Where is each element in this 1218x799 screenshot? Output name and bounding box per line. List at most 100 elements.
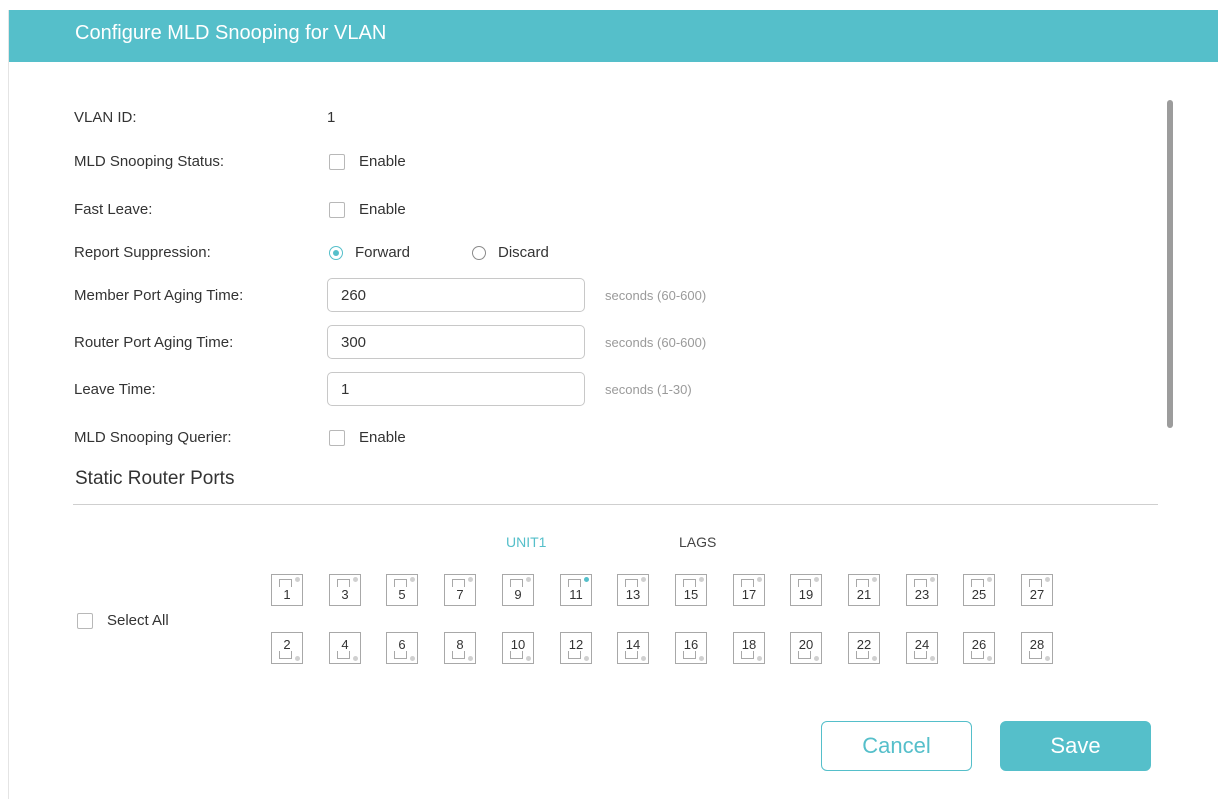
port-number: 28 <box>1029 637 1045 652</box>
checkbox-box[interactable] <box>329 201 345 218</box>
port-connector-icon <box>510 579 523 587</box>
tab-lags[interactable]: LAGS <box>679 534 716 550</box>
forward-radio-label: Forward <box>355 244 411 261</box>
port-number: 21 <box>856 587 872 602</box>
port-connector-icon <box>279 651 292 659</box>
port-status-led-icon <box>584 656 589 661</box>
port-number: 22 <box>856 637 872 652</box>
port-20[interactable]: 20 <box>790 632 822 664</box>
port-status-led-icon <box>987 656 992 661</box>
port-7[interactable]: 7 <box>444 574 476 606</box>
port-status-led-icon <box>468 656 473 661</box>
port-10[interactable]: 10 <box>502 632 534 664</box>
port-number: 23 <box>914 587 930 602</box>
port-14[interactable]: 14 <box>617 632 649 664</box>
select-all-checkbox[interactable]: Select All <box>77 612 169 629</box>
port-19[interactable]: 19 <box>790 574 822 606</box>
port-16[interactable]: 16 <box>675 632 707 664</box>
port-13[interactable]: 13 <box>617 574 649 606</box>
configure-mld-dialog: Configure MLD Snooping for VLAN VLAN ID:… <box>8 10 1218 799</box>
mld-snooping-status-label: MLD Snooping Status: <box>74 153 225 170</box>
port-number: 7 <box>456 587 464 602</box>
port-17[interactable]: 17 <box>733 574 765 606</box>
port-11[interactable]: 11 <box>560 574 592 606</box>
port-28[interactable]: 28 <box>1021 632 1053 664</box>
port-12[interactable]: 12 <box>560 632 592 664</box>
port-status-led-icon <box>814 577 819 582</box>
port-status-led-icon <box>584 577 589 582</box>
member-port-aging-label: Member Port Aging Time: <box>74 287 244 304</box>
discard-radio[interactable]: Discard <box>472 244 549 261</box>
port-status-led-icon <box>757 577 762 582</box>
dialog-header: Configure MLD Snooping for VLAN <box>9 10 1218 62</box>
checkbox-box[interactable] <box>329 153 345 170</box>
port-6[interactable]: 6 <box>386 632 418 664</box>
save-button[interactable]: Save <box>1000 721 1151 771</box>
port-status-led-icon <box>1045 656 1050 661</box>
port-number: 20 <box>798 637 814 652</box>
tab-unit1[interactable]: UNIT1 <box>506 534 546 550</box>
router-port-aging-input[interactable]: 300 <box>327 325 585 359</box>
fast-leave-checkbox[interactable]: Enable <box>329 201 406 218</box>
port-22[interactable]: 22 <box>848 632 880 664</box>
port-status-led-icon <box>641 656 646 661</box>
forward-radio[interactable]: Forward <box>329 244 410 261</box>
port-number: 27 <box>1029 587 1045 602</box>
port-connector-icon <box>1029 579 1042 587</box>
port-status-led-icon <box>872 577 877 582</box>
cancel-button[interactable]: Cancel <box>821 721 972 771</box>
port-27[interactable]: 27 <box>1021 574 1053 606</box>
radio-selected-icon[interactable] <box>329 245 343 260</box>
port-21[interactable]: 21 <box>848 574 880 606</box>
port-status-led-icon <box>295 656 300 661</box>
checkbox-box[interactable] <box>329 429 345 446</box>
member-port-aging-input[interactable]: 260 <box>327 278 585 312</box>
checkbox-label: Enable <box>359 429 406 446</box>
port-25[interactable]: 25 <box>963 574 995 606</box>
port-connector-icon <box>971 579 984 587</box>
port-number: 2 <box>283 637 291 652</box>
port-status-led-icon <box>987 577 992 582</box>
port-8[interactable]: 8 <box>444 632 476 664</box>
port-connector-icon <box>279 579 292 587</box>
port-connector-icon <box>394 579 407 587</box>
port-number: 26 <box>971 637 987 652</box>
port-connector-icon <box>683 651 696 659</box>
port-1[interactable]: 1 <box>271 574 303 606</box>
port-connector-icon <box>798 579 811 587</box>
port-3[interactable]: 3 <box>329 574 361 606</box>
port-26[interactable]: 26 <box>963 632 995 664</box>
port-9[interactable]: 9 <box>502 574 534 606</box>
port-connector-icon <box>856 579 869 587</box>
port-number: 17 <box>741 587 757 602</box>
port-status-led-icon <box>468 577 473 582</box>
port-number: 9 <box>514 587 522 602</box>
port-number: 25 <box>971 587 987 602</box>
port-number: 6 <box>398 637 406 652</box>
static-router-ports-title: Static Router Ports <box>75 468 235 489</box>
mld-snooping-status-checkbox[interactable]: Enable <box>329 153 406 170</box>
port-status-led-icon <box>526 577 531 582</box>
leave-time-input[interactable]: 1 <box>327 372 585 406</box>
port-24[interactable]: 24 <box>906 632 938 664</box>
port-connector-icon <box>914 651 927 659</box>
port-2[interactable]: 2 <box>271 632 303 664</box>
report-suppression-row: Report Suppression: Forward Discard <box>9 238 1109 268</box>
port-status-led-icon <box>757 656 762 661</box>
radio-unselected-icon[interactable] <box>472 245 486 260</box>
port-23[interactable]: 23 <box>906 574 938 606</box>
port-status-led-icon <box>699 656 704 661</box>
port-number: 24 <box>914 637 930 652</box>
port-18[interactable]: 18 <box>733 632 765 664</box>
port-15[interactable]: 15 <box>675 574 707 606</box>
dialog-title: Configure MLD Snooping for VLAN <box>75 22 387 44</box>
port-5[interactable]: 5 <box>386 574 418 606</box>
report-suppression-label: Report Suppression: <box>74 244 211 261</box>
vertical-scrollbar[interactable] <box>1167 100 1173 428</box>
mld-snooping-status-row: MLD Snooping Status: Enable <box>9 147 1109 177</box>
mld-snooping-querier-checkbox[interactable]: Enable <box>329 429 406 446</box>
port-status-led-icon <box>699 577 704 582</box>
port-4[interactable]: 4 <box>329 632 361 664</box>
mld-snooping-querier-label: MLD Snooping Querier: <box>74 429 232 446</box>
checkbox-box[interactable] <box>77 612 93 629</box>
